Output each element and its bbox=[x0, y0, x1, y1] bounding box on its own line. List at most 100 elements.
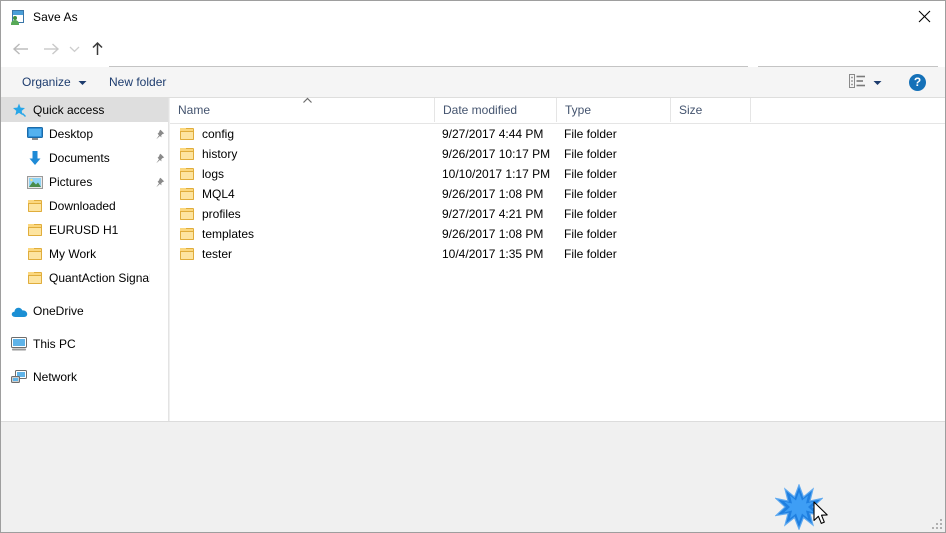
navigation-bar: « Roaming › MetaQuotes › Terminal › 9155… bbox=[1, 32, 945, 89]
sidebar-item-label: QuantAction Signal bbox=[49, 271, 150, 285]
sidebar-item-downloaded[interactable]: Downloaded bbox=[1, 194, 168, 218]
pin-icon[interactable] bbox=[150, 129, 168, 140]
back-icon[interactable] bbox=[9, 37, 33, 61]
file-name-cell: profiles bbox=[179, 204, 241, 224]
folder-icon bbox=[179, 206, 195, 222]
file-date-cell: 9/26/2017 10:17 PM bbox=[442, 147, 551, 161]
window-title: Save As bbox=[33, 9, 78, 24]
save-as-dialog: Save As Organize New folder ? Quick acce… bbox=[0, 0, 946, 533]
file-name-cell: templates bbox=[179, 224, 254, 244]
navigation-sidebar[interactable]: Quick access Desktop Documents Pictures Down… bbox=[1, 98, 169, 421]
sidebar-item-desktop[interactable]: Desktop bbox=[1, 122, 168, 146]
documents-icon bbox=[27, 150, 44, 166]
table-row[interactable]: logs 10/10/2017 1:17 PM File folder bbox=[170, 164, 945, 184]
sidebar-item-this-pc[interactable]: This PC bbox=[1, 332, 168, 356]
file-name-text: logs bbox=[202, 167, 225, 181]
sidebar-item-quick-access[interactable]: Quick access bbox=[1, 98, 168, 122]
pin-icon[interactable] bbox=[150, 153, 168, 164]
view-layout-icon bbox=[849, 73, 866, 91]
pin-icon[interactable] bbox=[150, 177, 168, 188]
folder-icon bbox=[179, 166, 195, 182]
table-row[interactable]: tester 10/4/2017 1:35 PM File folder bbox=[170, 244, 945, 264]
new-folder-button[interactable]: New folder bbox=[101, 67, 174, 97]
file-date-cell: 9/27/2017 4:44 PM bbox=[442, 127, 544, 141]
folder-icon bbox=[179, 146, 195, 162]
view-chevron-down-icon[interactable] bbox=[873, 75, 882, 89]
folder-icon bbox=[179, 246, 195, 262]
resize-grip[interactable] bbox=[932, 519, 943, 530]
table-row[interactable]: config 9/27/2017 4:44 PM File folder bbox=[170, 124, 945, 144]
file-name-cell: history bbox=[179, 144, 237, 164]
table-row[interactable]: profiles 9/27/2017 4:21 PM File folder bbox=[170, 204, 945, 224]
file-type-cell: File folder bbox=[564, 247, 617, 261]
file-type-cell: File folder bbox=[564, 207, 617, 221]
folder-icon bbox=[27, 222, 44, 238]
file-name-text: history bbox=[202, 147, 238, 161]
column-header-date-modified[interactable]: Date modified bbox=[434, 98, 556, 122]
sidebar-item-documents[interactable]: Documents bbox=[1, 146, 168, 170]
file-type-cell: File folder bbox=[564, 127, 617, 141]
file-name-text: MQL4 bbox=[202, 187, 235, 201]
file-name-cell: logs bbox=[179, 164, 224, 184]
save-as-icon bbox=[10, 9, 26, 25]
column-header-row: Name Date modified Type Size bbox=[170, 97, 945, 124]
new-folder-label: New folder bbox=[109, 75, 167, 89]
file-name-cell: tester bbox=[179, 244, 232, 264]
this-pc-icon bbox=[11, 336, 28, 352]
organize-label: Organize bbox=[22, 75, 71, 89]
column-header-empty bbox=[750, 98, 945, 122]
folder-icon bbox=[27, 246, 44, 262]
file-list-pane[interactable]: Name Date modified Type Size config 9/27/201… bbox=[170, 97, 945, 421]
file-name-text: config bbox=[202, 127, 235, 141]
forward-icon[interactable] bbox=[39, 37, 63, 61]
sidebar-item-label: Desktop bbox=[49, 127, 94, 141]
file-date-cell: 9/27/2017 4:21 PM bbox=[442, 207, 544, 221]
folder-icon bbox=[179, 186, 195, 202]
sidebar-item-quantaction-signal[interactable]: QuantAction Signal bbox=[1, 266, 168, 290]
column-header-label: Type bbox=[565, 103, 592, 117]
sidebar-item-label: Network bbox=[33, 370, 78, 384]
close-icon[interactable] bbox=[901, 1, 945, 32]
table-row[interactable]: templates 9/26/2017 1:08 PM File folder bbox=[170, 224, 945, 244]
sidebar-item-onedrive[interactable]: OneDrive bbox=[1, 299, 168, 323]
file-type-cell: File folder bbox=[564, 147, 617, 161]
file-type-cell: File folder bbox=[564, 167, 617, 181]
star-pin-icon bbox=[11, 102, 28, 118]
file-type-cell: File folder bbox=[564, 187, 617, 201]
organize-button[interactable]: Organize bbox=[14, 67, 95, 97]
help-button[interactable]: ? bbox=[909, 67, 926, 97]
change-view-button[interactable] bbox=[849, 67, 882, 97]
file-type-cell: File folder bbox=[564, 227, 617, 241]
folder-icon bbox=[179, 126, 195, 142]
pictures-icon bbox=[27, 174, 44, 190]
sidebar-item-pictures[interactable]: Pictures bbox=[1, 170, 168, 194]
sidebar-item-network[interactable]: Network bbox=[1, 365, 168, 389]
up-one-level-icon[interactable] bbox=[85, 37, 109, 61]
folder-icon bbox=[179, 226, 195, 242]
sidebar-item-eurusd-h1[interactable]: EURUSD H1 bbox=[1, 218, 168, 242]
sidebar-item-label: Downloaded bbox=[49, 199, 116, 213]
file-rows: config 9/27/2017 4:44 PM File folder histor… bbox=[170, 124, 945, 264]
sort-ascending-icon bbox=[301, 97, 313, 105]
onedrive-icon bbox=[11, 303, 28, 319]
file-date-cell: 9/26/2017 1:08 PM bbox=[442, 187, 544, 201]
column-header-label: Name bbox=[178, 103, 211, 117]
file-name-text: tester bbox=[202, 247, 233, 261]
sidebar-item-my-work[interactable]: My Work bbox=[1, 242, 168, 266]
desktop-icon bbox=[27, 126, 44, 142]
file-name-cell: config bbox=[179, 124, 234, 144]
table-row[interactable]: MQL4 9/26/2017 1:08 PM File folder bbox=[170, 184, 945, 204]
file-name-cell: MQL4 bbox=[179, 184, 235, 204]
file-name-text: templates bbox=[202, 227, 255, 241]
command-toolbar: Organize New folder ? bbox=[1, 67, 945, 98]
sidebar-item-label: OneDrive bbox=[33, 304, 84, 318]
sidebar-item-label: EURUSD H1 bbox=[49, 223, 119, 237]
column-header-type[interactable]: Type bbox=[556, 98, 670, 122]
table-row[interactable]: history 9/26/2017 10:17 PM File folder bbox=[170, 144, 945, 164]
sidebar-item-label: This PC bbox=[33, 337, 76, 351]
column-header-label: Date modified bbox=[443, 103, 518, 117]
column-header-size[interactable]: Size bbox=[670, 98, 750, 122]
recent-locations-chevron-down-icon[interactable] bbox=[65, 37, 83, 61]
